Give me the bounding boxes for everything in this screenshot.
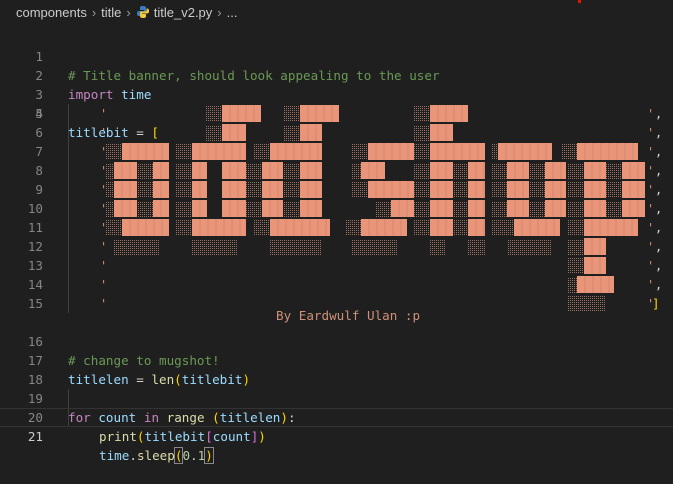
code-line: 17 titlelen = len(titlebit) <box>0 332 673 387</box>
code-line: 9 <box>0 180 673 199</box>
breadcrumb-item-file[interactable]: title_v2.py <box>154 5 213 20</box>
chevron-right-icon: › <box>91 4 97 20</box>
code-line: 11 <box>0 218 673 237</box>
line-number: 5 <box>35 106 43 121</box>
function-print: print <box>99 429 137 444</box>
number-literal: 0.1 <box>182 448 206 463</box>
variable-titlebit: titlebit <box>144 429 206 444</box>
line-number: 7 <box>35 144 43 159</box>
breadcrumb: components › title › title_v2.py › ... <box>0 0 673 24</box>
close-bracket: ] <box>652 296 660 311</box>
line-number: 12 <box>27 239 43 254</box>
code-line: 4 titlebit = [ <box>0 85 673 140</box>
line-number: 21 <box>27 429 43 444</box>
code-line: 7 <box>0 142 673 161</box>
chevron-right-icon: › <box>126 4 131 20</box>
code-line: 3 <box>0 66 673 102</box>
line-number: 6 <box>35 125 43 140</box>
line-number: 9 <box>35 182 43 197</box>
code-line: 6 <box>0 123 673 142</box>
code-editor[interactable]: ' ', ' ', ' ', ' ', ' ', ' ', ' ', ' ', ' ', ' ', ' ' 1 # Tit… <box>0 28 673 464</box>
code-line-current: 21 time.sleep(0.1) <box>0 408 673 464</box>
code-line: 13 <box>0 256 673 275</box>
code-line: 20 print(titlebit[count]) <box>0 389 673 444</box>
code-line: 1 # Title banner, should look appealing … <box>0 28 673 83</box>
breadcrumb-item-symbols[interactable]: ... <box>227 5 238 20</box>
code-line: 14 <box>0 275 673 294</box>
breadcrumb-item-title[interactable]: title <box>101 5 121 20</box>
code-line: 5 <box>0 104 673 123</box>
code-line: 19 for count in range (titlelen): <box>0 370 673 425</box>
function-sleep: sleep <box>136 448 175 463</box>
code-line: 10 <box>0 199 673 218</box>
chevron-right-icon: › <box>217 4 222 20</box>
breadcrumb-item-components[interactable]: components <box>16 5 87 20</box>
code-line: 16 # change to mugshot! <box>0 313 673 368</box>
line-number: 14 <box>27 277 43 292</box>
code-line: 18 <box>0 351 673 387</box>
text-cursor <box>212 449 214 464</box>
line-number: 10 <box>27 201 43 216</box>
overview-ruler-marker <box>578 0 581 3</box>
line-number: 11 <box>27 220 43 235</box>
code-line: 8 <box>0 161 673 180</box>
line-number: 8 <box>35 163 43 178</box>
python-file-icon <box>136 6 149 18</box>
variable-count: count <box>212 429 251 444</box>
line-number: 13 <box>27 258 43 273</box>
code-line: 2 import time <box>0 47 673 102</box>
module-time: time <box>99 448 130 463</box>
code-line: 12 <box>0 237 673 256</box>
line-number: 15 <box>27 296 43 311</box>
